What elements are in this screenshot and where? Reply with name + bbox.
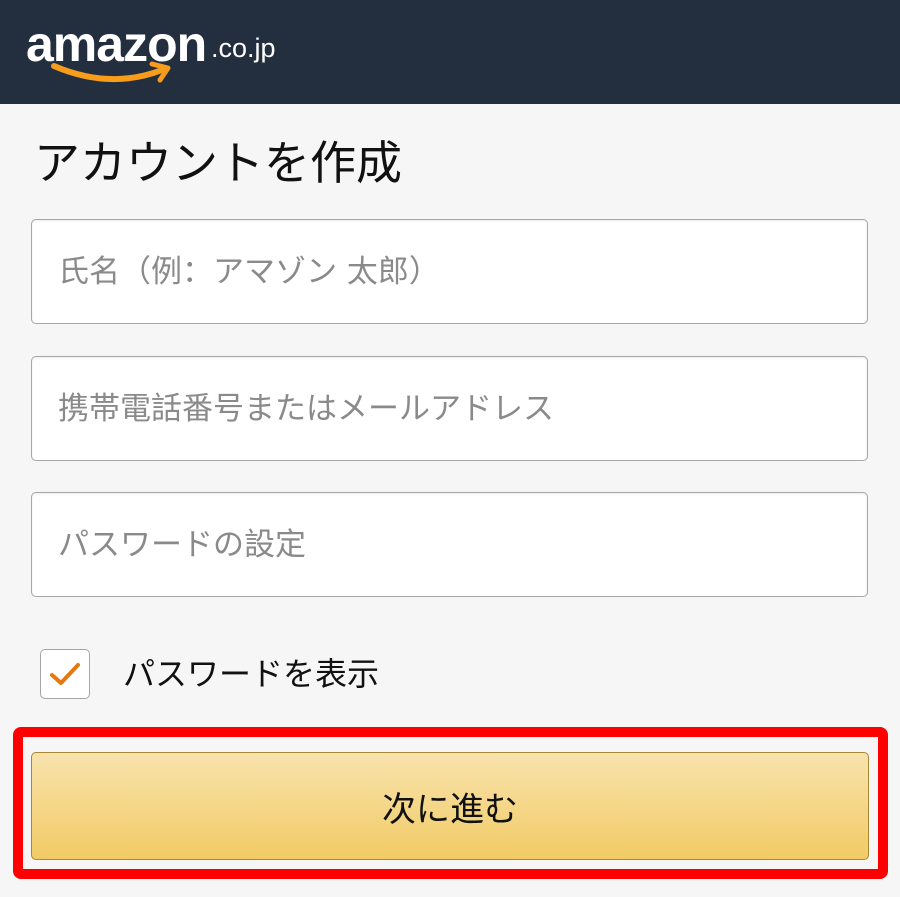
smile-arrow-icon <box>51 61 171 83</box>
logo-domain-suffix: .co.jp <box>211 33 276 63</box>
top-header: amazon .co.jp <box>0 0 900 104</box>
phone-or-email-field[interactable] <box>31 356 868 461</box>
password-field[interactable] <box>31 492 868 597</box>
name-field[interactable] <box>31 219 868 324</box>
show-password-label: パスワードを表示 <box>123 655 380 693</box>
checkmark-icon <box>50 663 80 685</box>
page-title: アカウントを作成 <box>34 136 402 190</box>
amazon-logo[interactable]: amazon .co.jp <box>26 16 326 96</box>
next-button[interactable]: 次に進む <box>31 752 869 860</box>
show-password-toggle[interactable]: パスワードを表示 <box>40 648 379 700</box>
show-password-checkbox[interactable] <box>40 649 90 699</box>
